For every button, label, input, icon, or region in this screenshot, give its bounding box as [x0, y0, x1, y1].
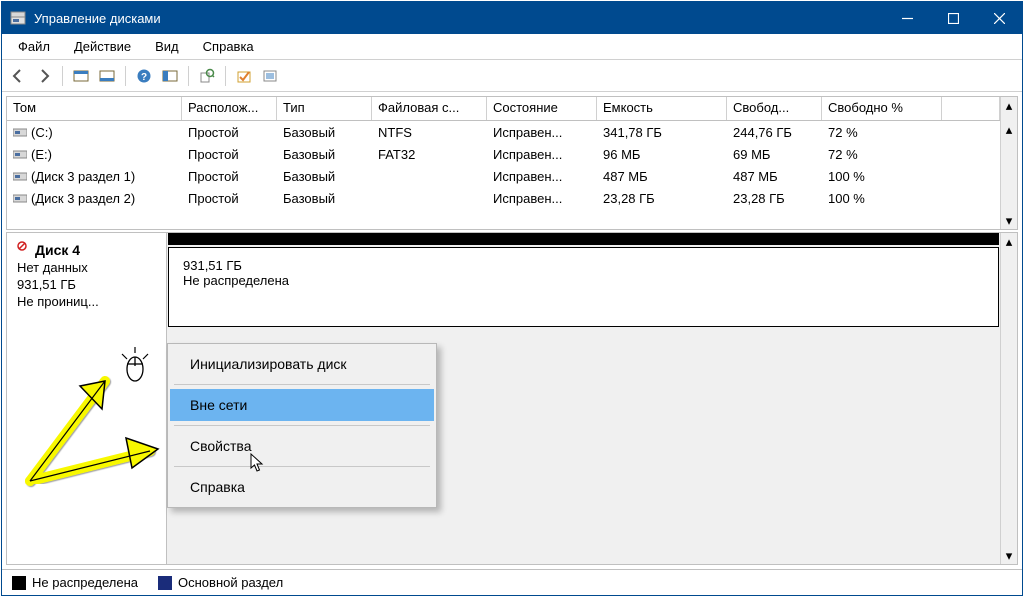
view-top-icon[interactable] [69, 64, 93, 88]
context-menu: Инициализировать диск Вне сети Свойства … [167, 343, 437, 508]
back-button[interactable] [6, 64, 30, 88]
svg-text:?: ? [141, 72, 147, 83]
menu-file[interactable]: Файл [6, 36, 62, 57]
partition-box[interactable]: 931,51 ГБ Не распределена [168, 247, 999, 327]
menubar: Файл Действие Вид Справка [2, 34, 1022, 60]
ctx-help[interactable]: Справка [170, 471, 434, 503]
scroll-down-icon[interactable]: ▾ [1002, 212, 1017, 229]
disk-size: 931,51 ГБ [17, 277, 156, 292]
ctx-initialize-disk[interactable]: Инициализировать диск [170, 348, 434, 380]
table-row[interactable]: (C:)ПростойБазовыйNTFSИсправен...341,78 … [7, 121, 1000, 143]
ctx-properties[interactable]: Свойства [170, 430, 434, 462]
legend-swatch-unallocated [12, 576, 26, 590]
scroll-down-icon[interactable]: ▾ [1002, 547, 1017, 564]
scroll-up-icon[interactable]: ▴ [1000, 97, 1017, 121]
view-bottom-icon[interactable] [95, 64, 119, 88]
disk-type: Нет данных [17, 260, 156, 275]
volume-name: (C:) [7, 125, 182, 140]
col-freepct[interactable]: Свободно % [822, 97, 942, 120]
partition-state: Не распределена [183, 273, 984, 288]
scroll-up-icon[interactable]: ▴ [1002, 121, 1017, 138]
settings-icon[interactable] [158, 64, 182, 88]
legend-primary: Основной раздел [178, 575, 283, 590]
col-status[interactable]: Состояние [487, 97, 597, 120]
checkmark-icon[interactable] [232, 64, 256, 88]
partition-size: 931,51 ГБ [183, 258, 984, 273]
minimize-button[interactable] [884, 2, 930, 34]
table-row[interactable]: (Диск 3 раздел 2)ПростойБазовыйИсправен.… [7, 187, 1000, 209]
scroll-up-icon[interactable]: ▴ [1002, 233, 1017, 250]
menu-action[interactable]: Действие [62, 36, 143, 57]
volume-name: (Диск 3 раздел 2) [7, 191, 182, 206]
volume-name: (E:) [7, 147, 182, 162]
col-fs[interactable]: Файловая с... [372, 97, 487, 120]
menu-view[interactable]: Вид [143, 36, 191, 57]
col-layout[interactable]: Располож... [182, 97, 277, 120]
menu-help[interactable]: Справка [191, 36, 266, 57]
disk-status-icon [17, 241, 31, 258]
volume-table: Том Располож... Тип Файловая с... Состоя… [6, 96, 1018, 230]
legend-unallocated: Не распределена [32, 575, 138, 590]
cursor-icon [250, 453, 266, 475]
col-volume[interactable]: Том [7, 97, 182, 120]
close-button[interactable] [976, 2, 1022, 34]
vertical-scrollbar[interactable]: ▴ ▾ [1000, 121, 1017, 229]
col-free[interactable]: Свобод... [727, 97, 822, 120]
disk-header[interactable]: Диск 4 Нет данных 931,51 ГБ Не проиниц..… [7, 233, 167, 564]
list-icon[interactable] [258, 64, 282, 88]
help-icon[interactable]: ? [132, 64, 156, 88]
disk-scrollbar[interactable]: ▴ ▾ [1000, 233, 1017, 564]
volume-table-header: Том Располож... Тип Файловая с... Состоя… [7, 97, 1017, 121]
legend: Не распределена Основной раздел [2, 569, 1022, 595]
volume-name: (Диск 3 раздел 1) [7, 169, 182, 184]
unallocated-strip [168, 233, 999, 245]
legend-swatch-primary [158, 576, 172, 590]
forward-button[interactable] [32, 64, 56, 88]
titlebar: Управление дисками [2, 2, 1022, 34]
disk-name: Диск 4 [35, 242, 80, 258]
disk-status: Не проиниц... [17, 294, 156, 309]
table-row[interactable]: (Диск 3 раздел 1)ПростойБазовыйИсправен.… [7, 165, 1000, 187]
toolbar: ? [2, 60, 1022, 92]
window-title: Управление дисками [34, 11, 884, 26]
disk-graphical-pane: Диск 4 Нет данных 931,51 ГБ Не проиниц..… [6, 232, 1018, 565]
col-capacity[interactable]: Емкость [597, 97, 727, 120]
refresh-icon[interactable] [195, 64, 219, 88]
table-row[interactable]: (E:)ПростойБазовыйFAT32Исправен...96 МБ6… [7, 143, 1000, 165]
maximize-button[interactable] [930, 2, 976, 34]
app-icon [10, 10, 26, 26]
ctx-offline[interactable]: Вне сети [170, 389, 434, 421]
col-type[interactable]: Тип [277, 97, 372, 120]
